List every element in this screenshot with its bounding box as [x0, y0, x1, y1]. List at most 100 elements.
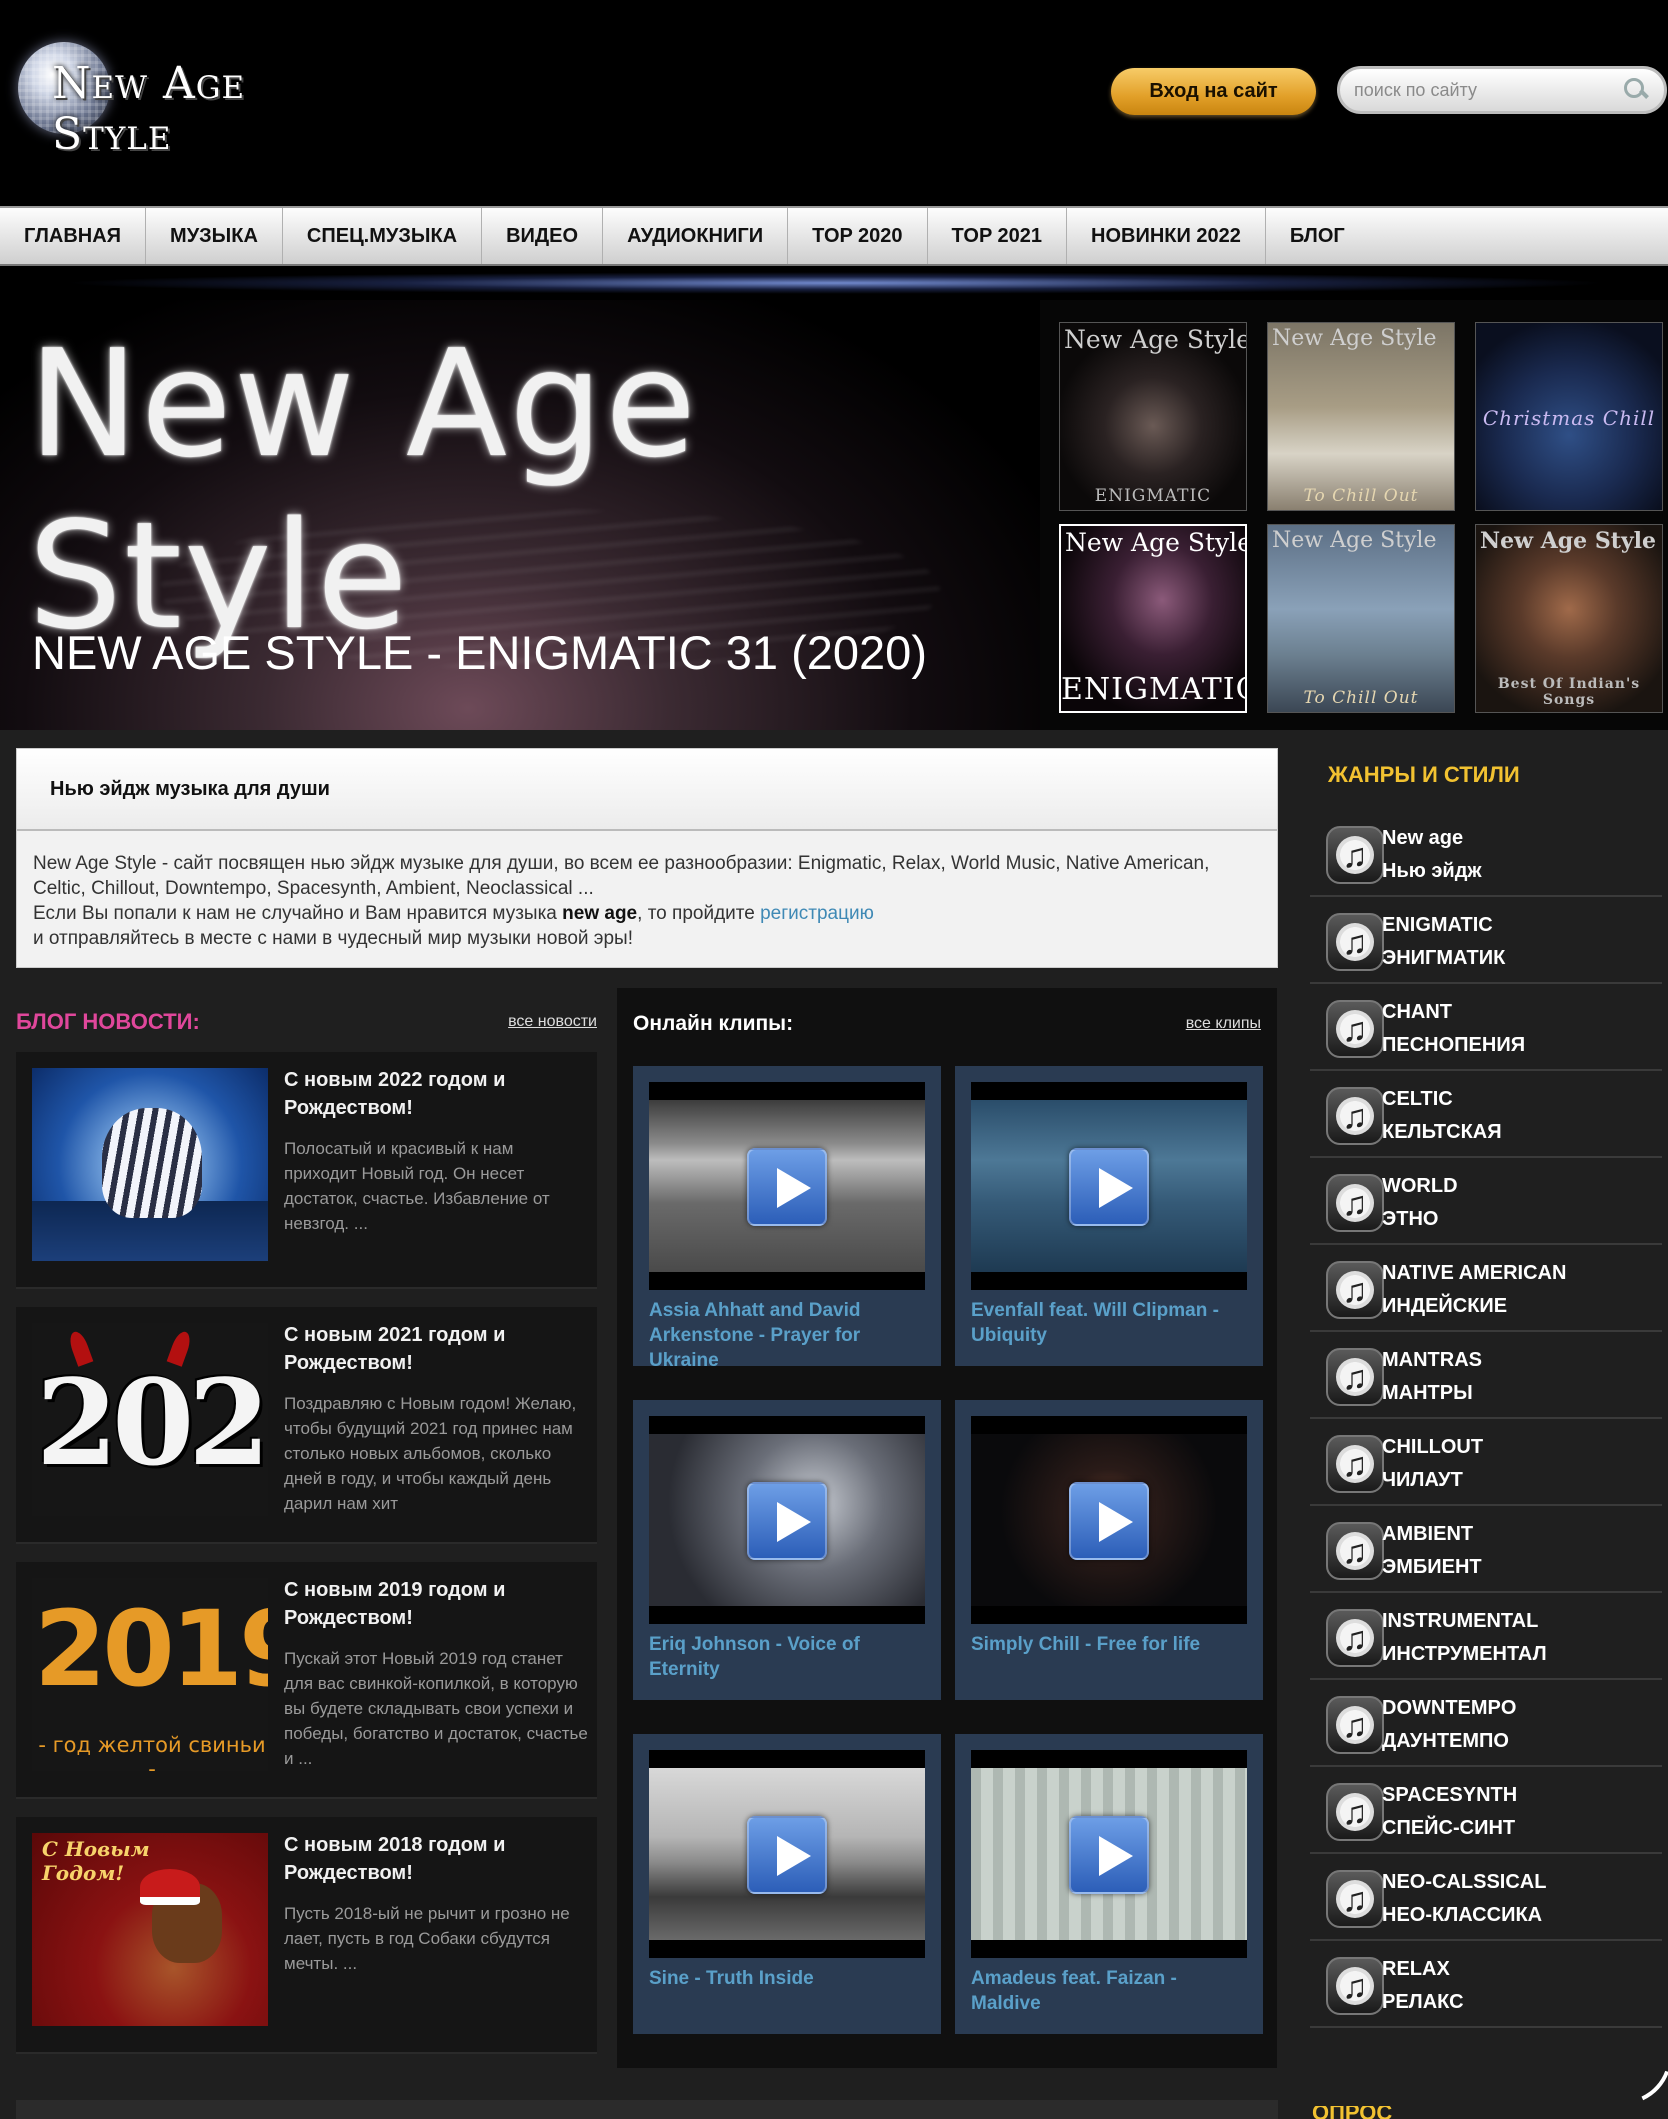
- genre-label: CHANT ПЕСНОПЕНИЯ: [1382, 1001, 1526, 1056]
- site-logo[interactable]: New Age Style: [18, 40, 378, 160]
- search-icon[interactable]: [1622, 76, 1650, 104]
- intro-line1: New Age Style - сайт посвящен нью эйдж м…: [33, 853, 1210, 899]
- clip-title[interactable]: Eriq Johnson - Voice of Eternity: [649, 1632, 929, 1682]
- nav-item-blog[interactable]: БЛОГ: [1266, 208, 1369, 264]
- nav-item-home[interactable]: ГЛАВНАЯ: [0, 208, 147, 264]
- tiger-illustration: [102, 1108, 202, 1218]
- clip-thumbnail[interactable]: [649, 1082, 925, 1290]
- play-icon[interactable]: [1069, 1148, 1149, 1226]
- genre-native-american[interactable]: ♫ NATIVE AMERICAN ИНДЕЙСКИЕ: [1310, 1245, 1662, 1332]
- clip-title[interactable]: Evenfall feat. Will Clipman - Ubiquity: [971, 1298, 1251, 1348]
- clip-title[interactable]: Amadeus feat. Faizan - Maldive: [971, 1966, 1251, 2016]
- clip-thumbnail[interactable]: [971, 1416, 1247, 1624]
- genre-relax[interactable]: ♫ RELAX РЕЛАКС: [1310, 1941, 1662, 2028]
- play-icon[interactable]: [747, 1148, 827, 1226]
- genre-ambient[interactable]: ♫ AMBIENT ЭМБИЕНТ: [1310, 1506, 1662, 1593]
- blog-news: БЛОГ НОВОСТИ: все новости С новым 2022 г…: [16, 1002, 597, 2102]
- clip-title[interactable]: Assia Ahhatt and David Arkenstone - Pray…: [649, 1298, 929, 1373]
- genre-label: DOWNTEMPO ДАУНТЕМПО: [1382, 1697, 1517, 1752]
- online-clips: Онлайн клипы: все клипы Assia Ahhatt and…: [617, 988, 1277, 2068]
- play-icon[interactable]: [747, 1482, 827, 1560]
- intro-panel: Нью эйдж музыка для души New Age Style -…: [16, 748, 1278, 968]
- pig-year-caption: - год желтой свиньи -: [38, 1733, 266, 1771]
- music-note-icon: ♫: [1326, 1957, 1384, 2015]
- clip-card[interactable]: Evenfall feat. Will Clipman - Ubiquity: [955, 1066, 1263, 1366]
- genre-chant[interactable]: ♫ CHANT ПЕСНОПЕНИЯ: [1310, 984, 1662, 1071]
- genre-neoclassical[interactable]: ♫ NEO-CALSSICAL НЕО-КЛАССИКА: [1310, 1854, 1662, 1941]
- clip-title[interactable]: Simply Chill - Free for life: [971, 1632, 1251, 1657]
- genre-mantras[interactable]: ♫ MANTRAS МАНТРЫ: [1310, 1332, 1662, 1419]
- intro-line2-mid: , то пройдите: [637, 903, 761, 924]
- blog-item-text: Пусть 2018-ый не рычит и грозно не лает,…: [284, 1904, 570, 1973]
- hero-thumb[interactable]: New Age Style Best Of Indian's Songs: [1475, 524, 1663, 713]
- play-icon[interactable]: [1069, 1482, 1149, 1560]
- genre-chillout[interactable]: ♫ CHILLOUT ЧИЛАУТ: [1310, 1419, 1662, 1506]
- blog-image-tiger[interactable]: [32, 1068, 268, 1261]
- blog-image-2021[interactable]: 2021: [32, 1323, 268, 1516]
- site-header: New Age Style Вход на сайт: [0, 0, 1668, 206]
- genre-enigmatic[interactable]: ♫ ENIGMATIC ЭНИГМАТИК: [1310, 897, 1662, 984]
- nav-item-music[interactable]: МУЗЫКА: [146, 208, 283, 264]
- genre-label: New age Нью эйдж: [1382, 827, 1482, 882]
- blog-title: БЛОГ НОВОСТИ:: [16, 1009, 200, 1034]
- nav-item-new-2022[interactable]: НОВИНКИ 2022: [1067, 208, 1266, 264]
- genre-spacesynth[interactable]: ♫ SPACESYNTH СПЕЙС-СИНТ: [1310, 1767, 1662, 1854]
- clip-title[interactable]: Sine - Truth Inside: [649, 1966, 929, 1991]
- genre-new-age[interactable]: ♫ New age Нью эйдж: [1310, 810, 1662, 897]
- nav-item-audiobooks[interactable]: АУДИОКНИГИ: [603, 208, 789, 264]
- intro-line2-pre: Если Вы попали к нам не случайно и Вам н…: [33, 903, 563, 924]
- clip-thumbnail[interactable]: [971, 1082, 1247, 1290]
- genre-world[interactable]: ♫ WORLD ЭТНО: [1310, 1158, 1662, 1245]
- blog-item-title[interactable]: С новым 2018 годом и Рождеством!: [284, 1831, 584, 1887]
- hero-thumb[interactable]: New Age Style To Chill Out: [1267, 322, 1455, 511]
- hero-thumb[interactable]: New Age Style ENIGMATIC: [1059, 322, 1247, 511]
- all-clips-link[interactable]: все клипы: [1186, 1015, 1261, 1033]
- search-input[interactable]: [1354, 79, 1622, 101]
- hero-slider: New Age Style NEW AGE STYLE - ENIGMATIC …: [0, 300, 1668, 730]
- registration-link[interactable]: регистрацию: [760, 903, 874, 924]
- play-icon[interactable]: [747, 1816, 827, 1894]
- hero-thumb[interactable]: New Age Style To Chill Out: [1267, 524, 1455, 713]
- blog-item-title[interactable]: С новым 2021 годом и Рождеством!: [284, 1321, 584, 1377]
- blog-item-title[interactable]: С новым 2022 годом и Рождеством!: [284, 1066, 584, 1122]
- clip-card[interactable]: Simply Chill - Free for life: [955, 1400, 1263, 1700]
- thumb-title: New Age Style: [1272, 326, 1437, 351]
- clip-card[interactable]: Eriq Johnson - Voice of Eternity: [633, 1400, 941, 1700]
- clip-thumbnail[interactable]: [649, 1750, 925, 1958]
- clip-thumbnail[interactable]: [971, 1750, 1247, 1958]
- nav-item-video[interactable]: ВИДЕО: [482, 208, 604, 264]
- clips-title: Онлайн клипы:: [633, 1012, 794, 1035]
- clip-thumbnail[interactable]: [649, 1416, 925, 1624]
- all-news-link[interactable]: все новости: [508, 1013, 597, 1031]
- year-2019-illustration: 2019: [34, 1588, 268, 1710]
- hero-image[interactable]: New Age Style NEW AGE STYLE - ENIGMATIC …: [0, 300, 1040, 730]
- genre-downtempo[interactable]: ♫ DOWNTEMPO ДАУНТЕМПО: [1310, 1680, 1662, 1767]
- music-note-icon: ♫: [1326, 1783, 1384, 1841]
- footer-bar: [16, 2100, 1278, 2119]
- hero-thumb-active[interactable]: New Age Style ENIGMATIC: [1059, 524, 1247, 713]
- blog-item[interactable]: С Новым Годом! С новым 2018 годом и Рожд…: [16, 1817, 597, 2054]
- hero-caption[interactable]: NEW AGE STYLE - ENIGMATIC 31 (2020): [32, 625, 927, 680]
- nav-item-top-2021[interactable]: TOP 2021: [928, 208, 1067, 264]
- logo-text: New Age Style: [52, 58, 246, 160]
- poll-title: ОПРОС: [1312, 2106, 1393, 2119]
- genre-label: RELAX РЕЛАКС: [1382, 1958, 1464, 2013]
- clip-card[interactable]: Sine - Truth Inside: [633, 1734, 941, 2034]
- blog-image-dog[interactable]: С Новым Годом!: [32, 1833, 268, 2026]
- genre-celtic[interactable]: ♫ CELTIC КЕЛЬТСКАЯ: [1310, 1071, 1662, 1158]
- play-icon[interactable]: [1069, 1816, 1149, 1894]
- music-note-icon: ♫: [1326, 1609, 1384, 1667]
- login-button[interactable]: Вход на сайт: [1111, 68, 1316, 115]
- nav-item-top-2020[interactable]: TOP 2020: [788, 208, 928, 264]
- blog-item[interactable]: 2021 С новым 2021 годом и Рождеством! По…: [16, 1307, 597, 1544]
- blog-item[interactable]: С новым 2022 годом и Рождеством! Полосат…: [16, 1052, 597, 1289]
- clip-card[interactable]: Amadeus feat. Faizan - Maldive: [955, 1734, 1263, 2034]
- genre-instrumental[interactable]: ♫ INSTRUMENTAL ИНСТРУМЕНТАЛ: [1310, 1593, 1662, 1680]
- genre-label: ENIGMATIC ЭНИГМАТИК: [1382, 914, 1506, 969]
- hero-thumb[interactable]: Christmas Chill: [1475, 322, 1663, 511]
- blog-item[interactable]: 2019 - год желтой свиньи - С новым 2019 …: [16, 1562, 597, 1799]
- blog-image-2019[interactable]: 2019 - год желтой свиньи -: [32, 1578, 268, 1771]
- blog-item-title[interactable]: С новым 2019 годом и Рождеством!: [284, 1576, 584, 1632]
- nav-item-special-music[interactable]: СПЕЦ.МУЗЫКА: [283, 208, 483, 264]
- clip-card[interactable]: Assia Ahhatt and David Arkenstone - Pray…: [633, 1066, 941, 1371]
